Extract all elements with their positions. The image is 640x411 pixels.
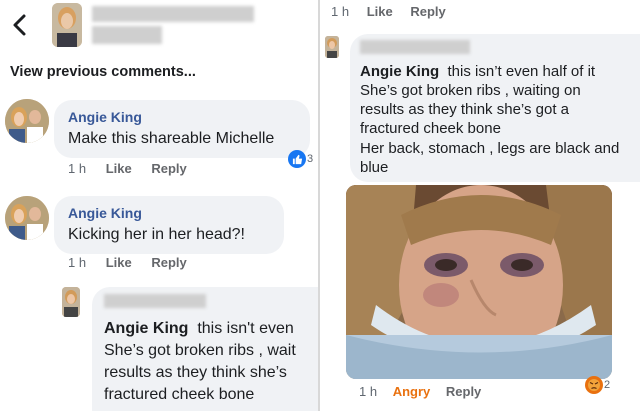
comment-timestamp: 1 h [68,161,87,176]
commenter-name[interactable]: Angie King [68,205,142,221]
reply-text-line: results as they think she’s [104,364,287,381]
commenter-name[interactable]: Angie King [360,63,439,80]
redacted-subtitle [92,26,162,44]
comment-actions: 1 h Like Reply [68,161,203,176]
comment-actions: 1 h Like Reply [68,255,203,270]
like-reaction-icon [288,150,306,168]
commenter-name[interactable]: Angie King [68,109,142,125]
back-button[interactable] [8,10,32,40]
attached-photo[interactable] [346,185,612,379]
commenter-avatar[interactable] [5,196,49,240]
reply-button[interactable]: Reply [410,4,445,19]
reply-button[interactable]: Reply [446,384,481,399]
like-button[interactable]: Like [367,4,393,19]
reply-author[interactable]: Angie King [104,320,188,337]
comment-text: Make this shareable Michelle [68,130,275,147]
previous-comment-actions: 1 h Like Reply [331,4,446,19]
commenter-avatar[interactable] [5,99,49,143]
reaction-badge[interactable]: 3 [288,150,313,168]
comment-text-line: blue [360,159,389,176]
comment-timestamp: 1 h [68,255,87,270]
reply-text-fragment: this isn't even [197,320,294,337]
reply-text-line: fractured cheek bone [104,386,255,403]
redacted-name [92,6,254,22]
redacted-tag [104,294,206,308]
angry-reaction-icon [585,376,603,394]
reaction-count: 2 [604,379,611,391]
left-screenshot-panel: View previous comments... Angie King Mak… [0,0,318,411]
redacted-tag [360,40,470,54]
reaction-count: 3 [307,153,314,165]
comment-text-line: Her back, stomach , legs are black and [360,140,620,157]
comment-text-line: fractured cheek bone [360,120,501,137]
comment-actions: 1 h Angry Reply [359,384,481,399]
comment-timestamp: 1 h [331,4,350,19]
reply-button[interactable]: Reply [151,161,186,176]
reply-avatar[interactable] [62,287,80,317]
comment-text-line: results as they think she’s got a [360,101,570,118]
like-button[interactable]: Like [106,161,132,176]
header-avatar[interactable] [52,3,82,47]
comment-text-line: She’s got broken ribs , waiting on [360,82,581,99]
like-button[interactable]: Like [106,255,132,270]
comment-text: Kicking her in her head?! [68,226,245,243]
reply-text-line: She’s got broken ribs , wait [104,342,296,359]
comment-timestamp: 1 h [359,384,378,399]
reply-button[interactable]: Reply [151,255,186,270]
commenter-avatar[interactable] [325,36,339,58]
comment-first-line: Angie King this isn’t even half of it [360,62,595,81]
back-arrow-icon [13,14,26,36]
reaction-badge[interactable]: 2 [585,376,610,394]
angry-reaction-button[interactable]: Angry [393,384,431,399]
comment-text-fragment: this isn’t even half of it [447,63,596,80]
view-previous-comments-link[interactable]: View previous comments... [10,64,196,80]
reply-text-line: Angie King this isn't even [104,318,294,339]
top-bar [0,0,318,54]
